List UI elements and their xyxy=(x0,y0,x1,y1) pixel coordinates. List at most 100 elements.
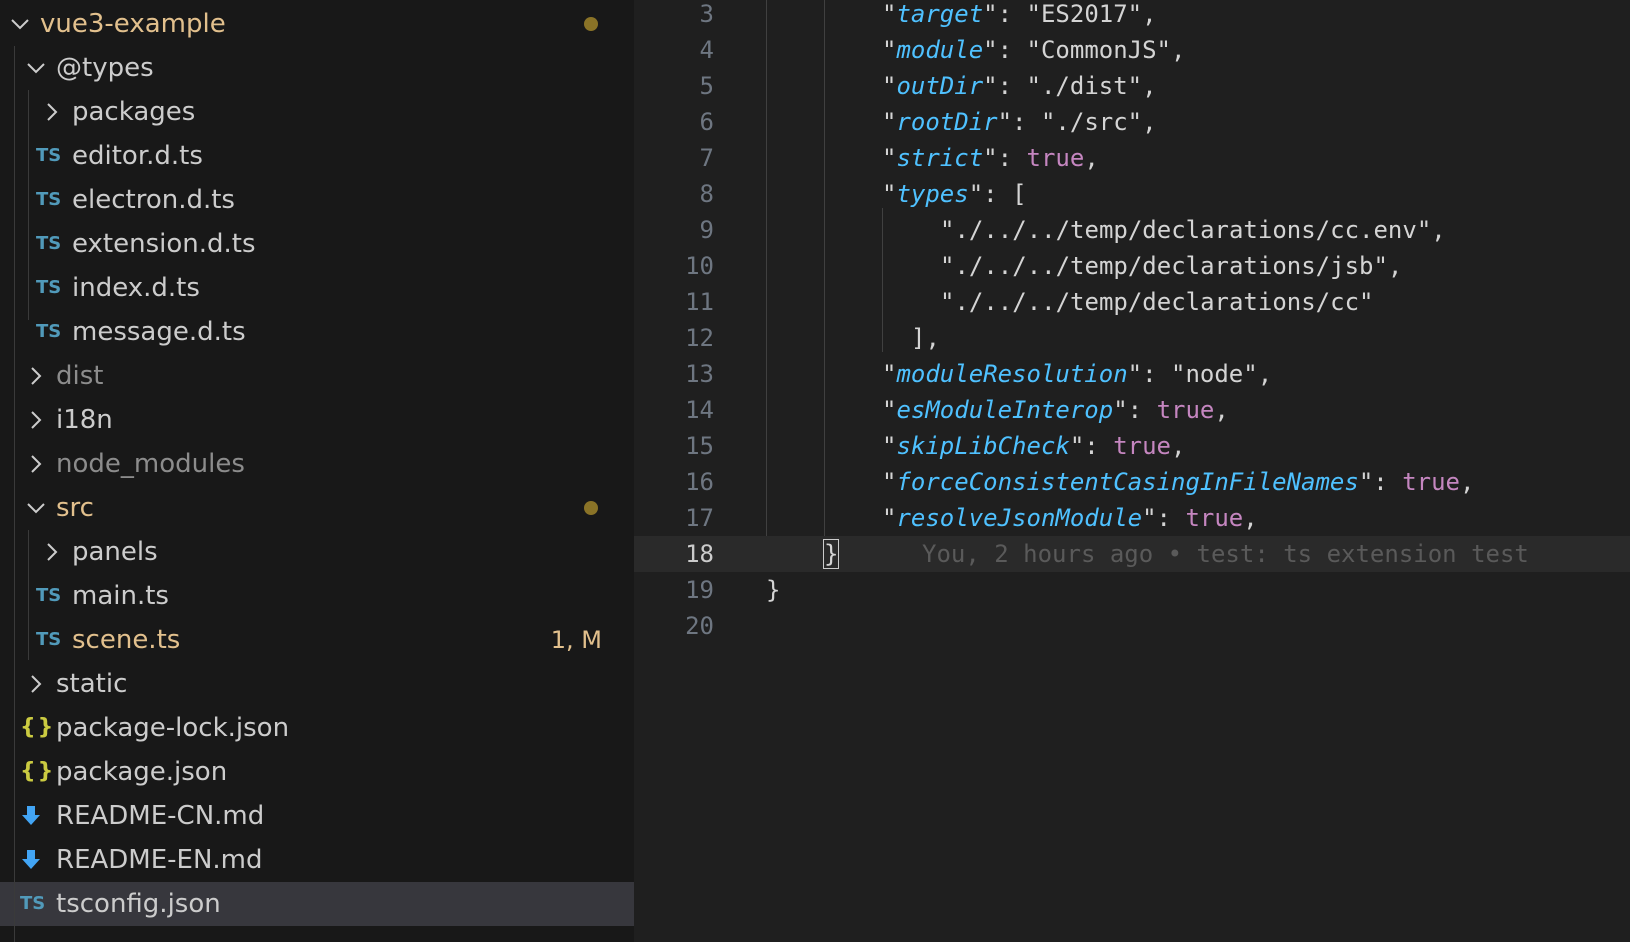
explorer-file-item[interactable]: TS scene.ts 1, M xyxy=(0,618,634,662)
json-key: resolveJsonModule xyxy=(896,504,1143,532)
chevron-right-icon[interactable] xyxy=(24,442,46,486)
json-value: true xyxy=(1156,396,1215,424)
code-line[interactable]: 6 "rootDir": "./src", xyxy=(634,104,1630,140)
explorer-folder-item[interactable]: dist xyxy=(0,354,634,398)
explorer-item-label: vue3-example xyxy=(40,9,226,39)
typescript-file-icon: TS xyxy=(20,893,46,914)
quote-colon: ": xyxy=(1358,468,1403,496)
code-line[interactable]: 12], xyxy=(634,320,1630,356)
code-line[interactable]: 5 "outDir": "./dist", xyxy=(634,68,1630,104)
chevron-right-icon[interactable] xyxy=(24,662,46,706)
code-editor[interactable]: 3 "target": "ES2017", 4 "module": "CommonJS… xyxy=(634,0,1630,942)
code-line[interactable]: 13 "moduleResolution": "node", xyxy=(634,356,1630,392)
chevron-down-icon[interactable] xyxy=(24,46,46,90)
explorer-folder-item[interactable]: node_modules xyxy=(0,442,634,486)
line-number: 3 xyxy=(699,0,714,28)
quote: " xyxy=(882,396,897,424)
code-text: "forceConsistentCasingInFileNames": true… xyxy=(882,464,1474,500)
code-line[interactable]: 7 "strict": true, xyxy=(634,140,1630,176)
punctuation: , xyxy=(1142,72,1157,100)
explorer-folder-item[interactable]: panels xyxy=(0,530,634,574)
chevron-down-icon[interactable] xyxy=(8,2,30,46)
code-text: "moduleResolution": "node", xyxy=(882,356,1272,392)
explorer-item-label: tsconfig.json xyxy=(56,889,221,919)
code-line[interactable]: 11 "./../../temp/declarations/cc" xyxy=(634,284,1630,320)
json-key: forceConsistentCasingInFileNames xyxy=(896,468,1359,496)
quote-colon: ": xyxy=(983,144,1027,172)
explorer-folder-item[interactable]: @types xyxy=(0,46,634,90)
code-line[interactable]: 4 "module": "CommonJS", xyxy=(634,32,1630,68)
json-key: module xyxy=(896,36,984,64)
explorer-file-item[interactable]: TS extension.d.ts xyxy=(0,222,634,266)
json-value: [ xyxy=(1012,180,1027,208)
code-line[interactable]: 3 "target": "ES2017", xyxy=(634,0,1630,32)
explorer-folder-item[interactable]: packages xyxy=(0,90,634,134)
code-line[interactable]: 14 "esModuleInterop": true, xyxy=(634,392,1630,428)
code-line[interactable]: 15 "skipLibCheck": true, xyxy=(634,428,1630,464)
explorer-file-item[interactable]: README-CN.md xyxy=(0,794,634,838)
explorer-file-item[interactable]: TS main.ts xyxy=(0,574,634,618)
code-line[interactable]: 8 "types": [ xyxy=(634,176,1630,212)
editor-indent-guide xyxy=(882,208,883,352)
code-line[interactable]: 20 xyxy=(634,608,1630,644)
explorer-file-item[interactable]: TS electron.d.ts xyxy=(0,178,634,222)
json-value: "CommonJS" xyxy=(1026,36,1172,64)
explorer-file-item[interactable]: README-EN.md xyxy=(0,838,634,882)
explorer-item-label: node_modules xyxy=(56,449,245,479)
code-text: "./../../temp/declarations/cc" xyxy=(940,284,1373,320)
code-line[interactable]: 19} xyxy=(634,572,1630,608)
explorer-file-item[interactable]: TS index.d.ts xyxy=(0,266,634,310)
explorer-file-item[interactable]: {} package-lock.json xyxy=(0,706,634,750)
markdown-file-icon xyxy=(20,794,42,838)
explorer-folder-item[interactable]: i18n xyxy=(0,398,634,442)
modified-dot-indicator xyxy=(584,501,598,515)
chevron-right-icon[interactable] xyxy=(24,354,46,398)
code-line[interactable]: 18} You, 2 hours ago • test: ts extension… xyxy=(634,536,1630,572)
quote-colon: ": xyxy=(983,72,1027,100)
explorer-folder-item[interactable]: static xyxy=(0,662,634,706)
explorer-folder-item[interactable]: vue3-example xyxy=(0,2,634,46)
punctuation: , xyxy=(1257,360,1273,388)
explorer-item-label: package-lock.json xyxy=(56,713,290,743)
line-number: 16 xyxy=(685,468,714,496)
explorer-item-label: src xyxy=(56,493,94,523)
code-line[interactable]: 17 "resolveJsonModule": true, xyxy=(634,500,1630,536)
explorer-file-item[interactable]: {} package.json xyxy=(0,750,634,794)
code-text: "types": [ xyxy=(882,176,1027,212)
code-text: "esModuleInterop": true, xyxy=(882,392,1229,428)
json-file-icon: {} xyxy=(20,715,56,740)
quote: " xyxy=(882,36,897,64)
code-line[interactable]: 10 "./../../temp/declarations/jsb", xyxy=(634,248,1630,284)
explorer-item-label: README-CN.md xyxy=(56,801,265,831)
explorer-item-label: static xyxy=(56,669,128,699)
explorer-file-item[interactable]: TS editor.d.ts xyxy=(0,134,634,178)
typescript-file-icon: TS xyxy=(36,629,62,650)
json-key: skipLibCheck xyxy=(896,432,1070,460)
line-number: 8 xyxy=(699,180,714,208)
explorer-sidebar: vue3-example @types packages TS editor.d.ts T… xyxy=(0,0,634,942)
explorer-file-item[interactable]: TS tsconfig.json xyxy=(0,882,634,926)
code-raw: ], xyxy=(911,324,940,352)
line-number: 15 xyxy=(685,432,714,460)
code-text: "target": "ES2017", xyxy=(882,0,1157,32)
quote-colon: ": xyxy=(983,36,1027,64)
chevron-right-icon[interactable] xyxy=(40,90,62,134)
typescript-file-icon: TS xyxy=(36,145,62,166)
punctuation: , xyxy=(1142,0,1157,28)
git-blame-annotation: You, 2 hours ago • test: ts extension te… xyxy=(922,540,1529,568)
code-line[interactable]: 16 "forceConsistentCasingInFileNames": tr… xyxy=(634,464,1630,500)
chevron-right-icon[interactable] xyxy=(40,530,62,574)
quote: " xyxy=(882,180,897,208)
code-line[interactable]: 9 "./../../temp/declarations/cc.env", xyxy=(634,212,1630,248)
quote: " xyxy=(882,468,897,496)
cursor-brace: } xyxy=(822,539,840,569)
line-number: 17 xyxy=(685,504,714,532)
explorer-folder-item[interactable]: src xyxy=(0,486,634,530)
chevron-right-icon[interactable] xyxy=(24,398,46,442)
chevron-down-icon[interactable] xyxy=(24,486,46,530)
explorer-item-label: editor.d.ts xyxy=(72,141,203,171)
quote: " xyxy=(882,108,897,136)
json-value: "node" xyxy=(1171,360,1258,388)
quote: " xyxy=(882,144,897,172)
explorer-file-item[interactable]: TS message.d.ts xyxy=(0,310,634,354)
